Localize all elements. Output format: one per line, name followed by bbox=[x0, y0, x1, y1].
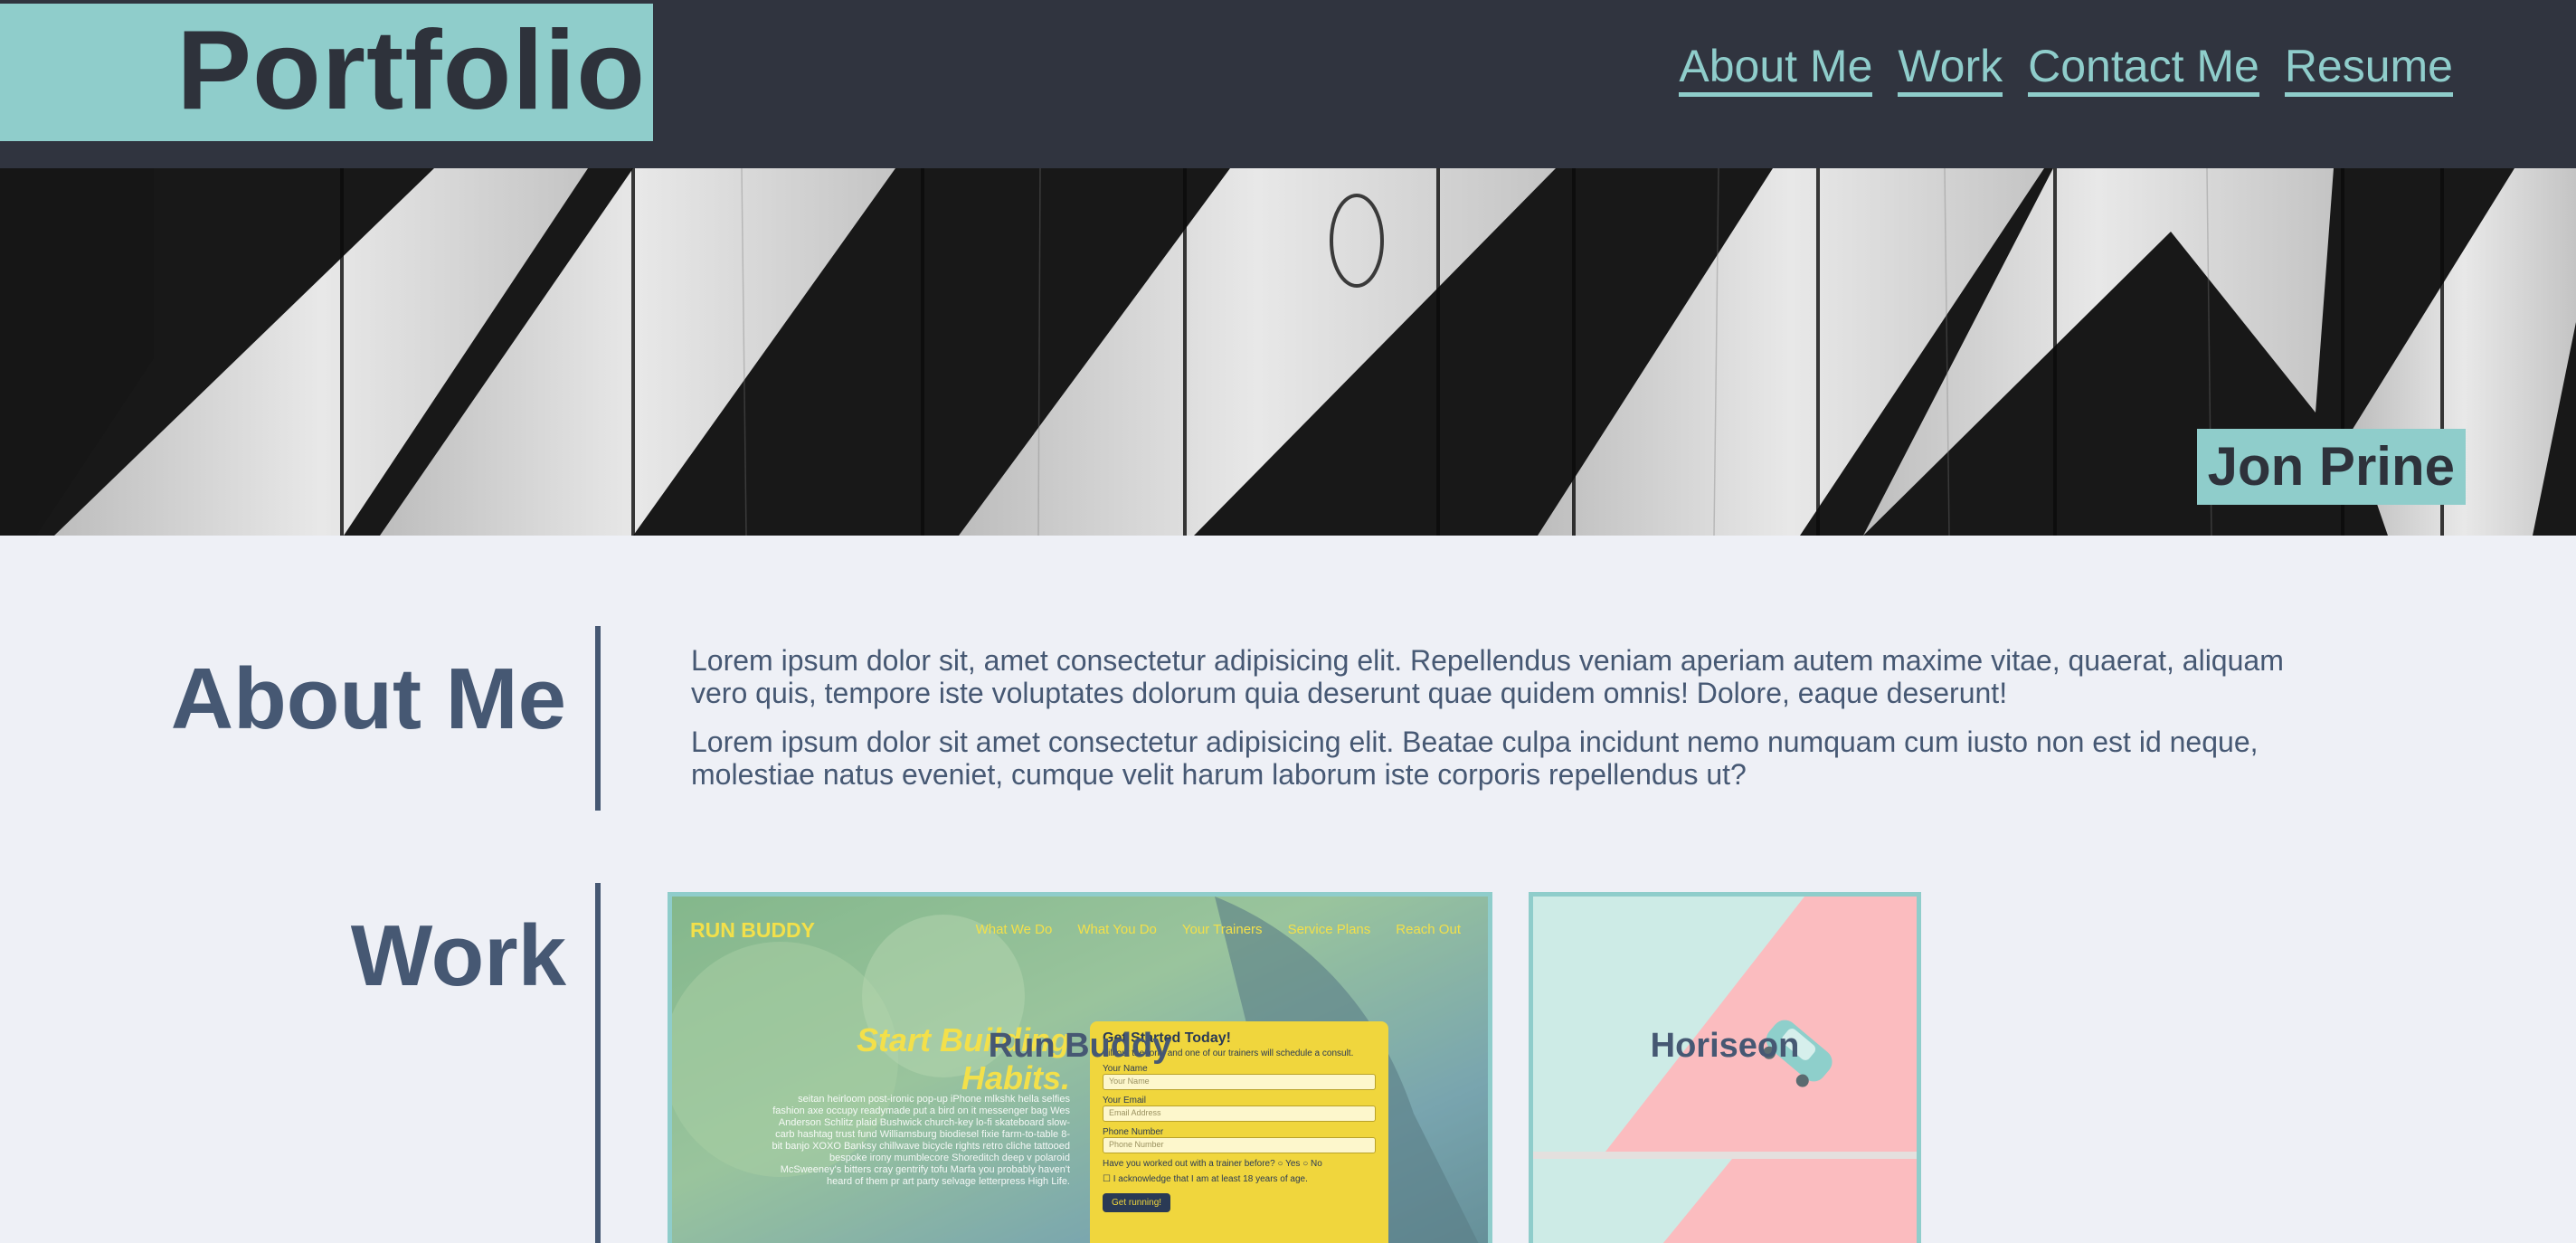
run-buddy-submit: Get running! bbox=[1103, 1193, 1171, 1212]
project-card-run-buddy[interactable]: RUN BUDDY What We Do What You Do Your Tr… bbox=[668, 892, 1492, 1243]
run-buddy-label: Phone Number bbox=[1103, 1127, 1164, 1137]
run-buddy-question-text: Have you worked out with a trainer befor… bbox=[1103, 1159, 1275, 1169]
run-buddy-nav-item: What We Do bbox=[975, 922, 1053, 937]
about-divider bbox=[595, 626, 601, 811]
about-me-text: Lorem ipsum dolor sit, amet consectetur … bbox=[691, 644, 2301, 807]
radio-icon: ○ bbox=[1277, 1159, 1283, 1169]
run-buddy-nav-item: Reach Out bbox=[1396, 922, 1461, 937]
run-buddy-ack: ☐ I acknowledge that I am at least 18 ye… bbox=[1103, 1174, 1376, 1184]
hero-banner: Jon Prine bbox=[0, 168, 2576, 536]
project-title-horiseon: Horiseon bbox=[1650, 1027, 1800, 1065]
radio-icon: ○ bbox=[1302, 1159, 1309, 1169]
nav-link-contact-me[interactable]: Contact Me bbox=[2028, 40, 2259, 97]
run-buddy-copy: seitan heirloom post-ironic pop-up iPhon… bbox=[772, 1094, 1070, 1187]
run-buddy-question: Have you worked out with a trainer befor… bbox=[1103, 1159, 1376, 1169]
run-buddy-ack-text: I acknowledge that I am at least 18 year… bbox=[1113, 1174, 1308, 1184]
about-paragraph: Lorem ipsum dolor sit amet consectetur a… bbox=[691, 726, 2259, 791]
run-buddy-option: No bbox=[1311, 1159, 1322, 1169]
about-me-heading: About Me bbox=[170, 650, 566, 747]
main-nav: About Me Work Contact Me Resume bbox=[1679, 40, 2453, 97]
run-buddy-brand: RUN BUDDY bbox=[690, 918, 815, 942]
run-buddy-email-field: Email Address bbox=[1103, 1105, 1376, 1122]
site-logo: Portfolio bbox=[176, 8, 646, 133]
run-buddy-label: Your Email bbox=[1103, 1096, 1146, 1105]
run-buddy-phone-field: Phone Number bbox=[1103, 1137, 1376, 1153]
run-buddy-nav-item: Service Plans bbox=[1287, 922, 1371, 937]
nav-link-work[interactable]: Work bbox=[1898, 40, 2003, 97]
hero-background-image bbox=[0, 168, 2576, 536]
work-divider bbox=[595, 883, 601, 1243]
run-buddy-nav-item: Your Trainers bbox=[1181, 922, 1263, 937]
project-card-horiseon[interactable]: Horiseon bbox=[1529, 892, 1921, 1243]
project-title-run-buddy: Run Buddy bbox=[988, 1027, 1172, 1065]
horiseon-screenshot bbox=[1533, 897, 1917, 1243]
owner-name-badge: Jon Prine bbox=[2196, 429, 2466, 505]
run-buddy-nav-item: What You Do bbox=[1077, 922, 1157, 937]
nav-link-about-me[interactable]: About Me bbox=[1679, 40, 1873, 97]
checkbox-icon: ☐ bbox=[1103, 1174, 1111, 1184]
nav-link-resume[interactable]: Resume bbox=[2284, 40, 2453, 97]
about-paragraph: Lorem ipsum dolor sit, amet consectetur … bbox=[691, 644, 2284, 709]
run-buddy-option: Yes bbox=[1285, 1159, 1301, 1169]
run-buddy-name-field: Your Name bbox=[1103, 1074, 1376, 1090]
work-heading: Work bbox=[350, 907, 566, 1004]
run-buddy-nav: What We Do What You Do Your Trainers Ser… bbox=[976, 922, 1461, 937]
logo-box: Portfolio bbox=[0, 4, 653, 141]
site-header: Portfolio About Me Work Contact Me Resum… bbox=[0, 0, 2576, 168]
